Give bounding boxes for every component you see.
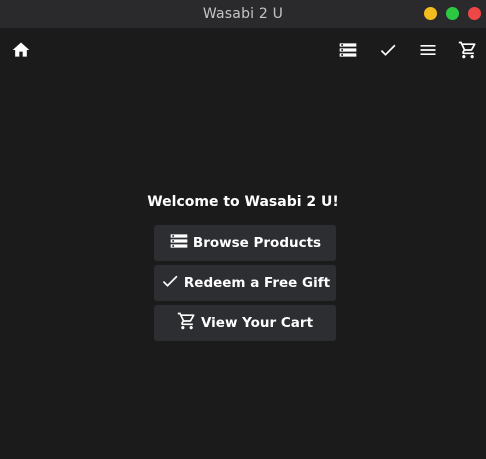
window-title: Wasabi 2 U bbox=[202, 6, 284, 22]
browse-products-button[interactable]: Browse Products bbox=[154, 225, 336, 261]
browse-products-label: Browse Products bbox=[192, 235, 322, 251]
redeem-gift-label: Redeem a Free Gift bbox=[183, 275, 331, 291]
cart-icon bbox=[177, 311, 201, 335]
view-cart-label: View Your Cart bbox=[200, 315, 314, 331]
minimize-window-button[interactable] bbox=[424, 7, 437, 20]
top-toolbar bbox=[0, 28, 486, 72]
close-window-button[interactable] bbox=[468, 7, 481, 20]
redeem-gift-button[interactable]: Redeem a Free Gift bbox=[154, 265, 336, 301]
check-icon bbox=[160, 271, 184, 295]
maximize-window-button[interactable] bbox=[446, 7, 459, 20]
home-icon[interactable] bbox=[9, 38, 33, 62]
menu-icon[interactable] bbox=[416, 38, 440, 62]
list-icon[interactable] bbox=[336, 38, 360, 62]
window-titlebar: Wasabi 2 U bbox=[0, 0, 486, 28]
list-icon bbox=[169, 231, 193, 255]
cart-icon[interactable] bbox=[456, 38, 480, 62]
welcome-heading: Welcome to Wasabi 2 U! bbox=[147, 194, 339, 210]
view-cart-button[interactable]: View Your Cart bbox=[154, 305, 336, 341]
main-content: Welcome to Wasabi 2 U! Browse Products R… bbox=[0, 72, 486, 459]
check-icon[interactable] bbox=[376, 38, 400, 62]
